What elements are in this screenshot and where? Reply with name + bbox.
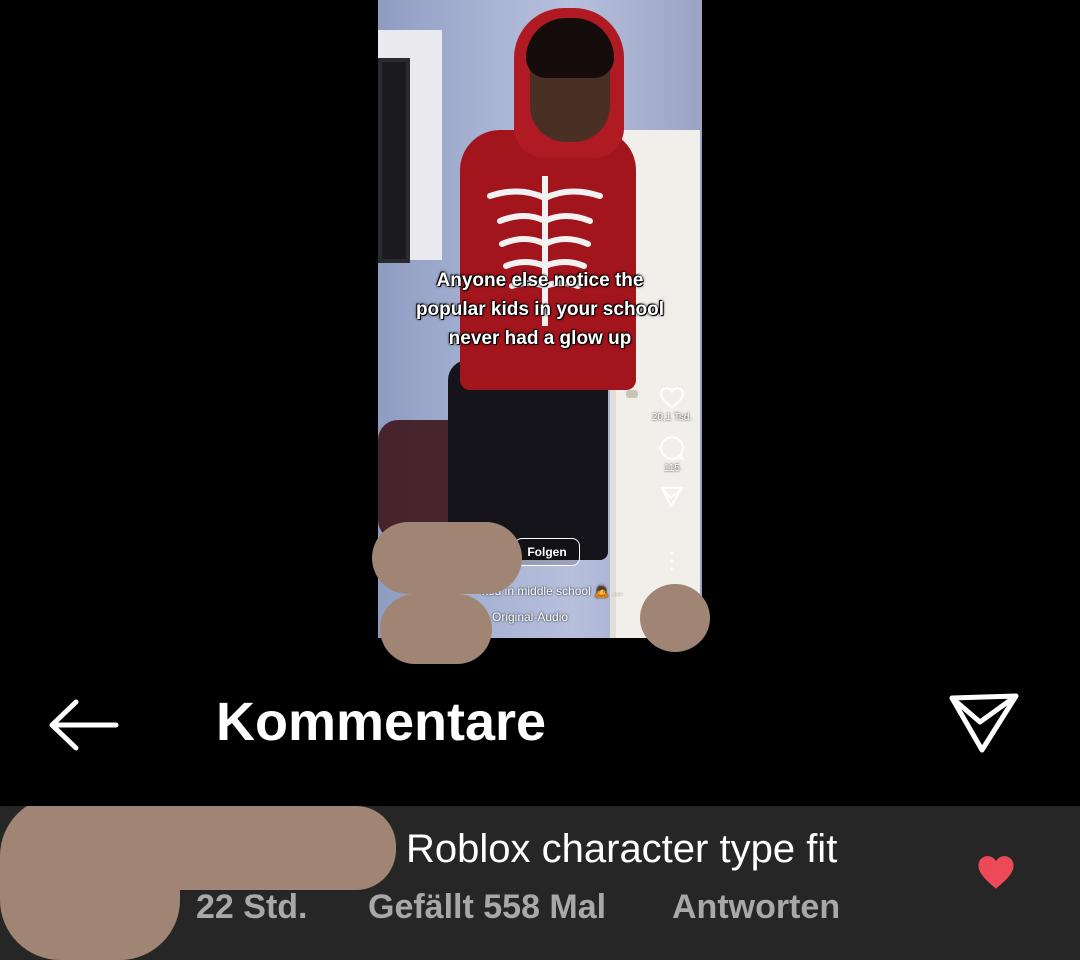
redacted-avatar [372, 522, 522, 594]
reply-button[interactable]: Antworten [672, 886, 840, 928]
heart-outline-icon[interactable] [659, 386, 685, 410]
video-caption: Anyone else notice the popular kids in y… [415, 270, 665, 349]
page-title: Kommentare [216, 692, 547, 752]
likes-count: 20,1 Tsd. [651, 412, 693, 423]
comment-time: 22 Std. [196, 888, 308, 926]
comments-count: 115 [664, 463, 680, 474]
comment-text: Roblox character type fit [406, 827, 838, 871]
comment-icon[interactable] [659, 435, 685, 461]
comment-item[interactable]: Roblox character type fit 22 Std. Gefäll… [0, 806, 1080, 960]
reel-audio-label[interactable]: Original-Audio [492, 610, 568, 624]
reel-actions: 20,1 Tsd. 115 [648, 386, 696, 508]
follow-button[interactable]: Folgen [514, 538, 580, 566]
wall-frame [378, 30, 442, 263]
share-send-icon[interactable] [946, 686, 1022, 758]
redacted-audio-thumb [640, 584, 710, 652]
comment-likes[interactable]: Gefällt 558 Mal [368, 886, 606, 928]
more-options-icon[interactable]: · · · [664, 546, 680, 578]
back-arrow-icon[interactable] [46, 690, 122, 760]
send-icon[interactable] [660, 486, 684, 508]
heart-filled-icon[interactable] [976, 852, 1016, 892]
redacted-commenter-avatar [0, 806, 180, 960]
redacted-username [380, 594, 492, 664]
